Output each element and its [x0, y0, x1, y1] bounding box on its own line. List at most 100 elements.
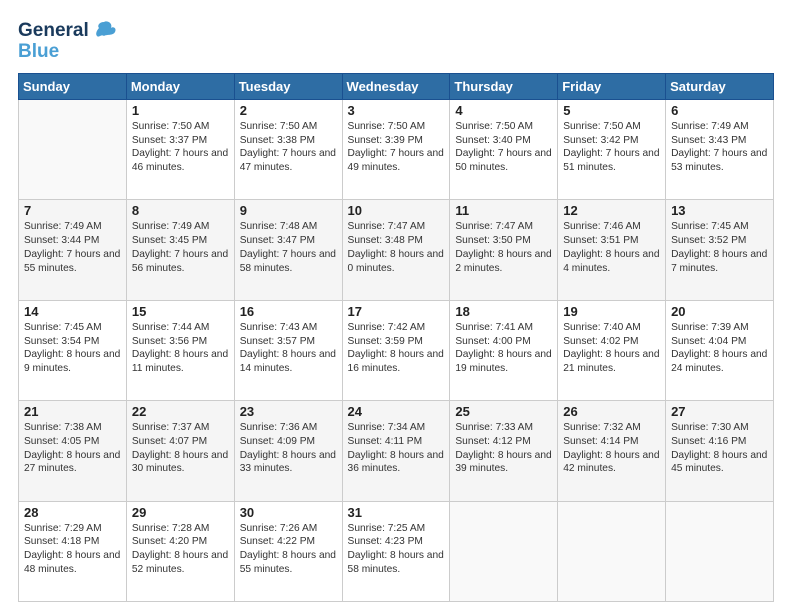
day-number: 18: [455, 304, 552, 319]
day-number: 31: [348, 505, 445, 520]
day-number: 28: [24, 505, 121, 520]
calendar-cell: 23 Sunrise: 7:36 AMSunset: 4:09 PMDayligh…: [234, 401, 342, 501]
day-number: 14: [24, 304, 121, 319]
calendar-cell: 20 Sunrise: 7:39 AMSunset: 4:04 PMDayligh…: [666, 300, 774, 400]
header-row: Sunday Monday Tuesday Wednesday Thursday…: [19, 73, 774, 99]
cell-info: Sunrise: 7:49 AMSunset: 3:43 PMDaylight:…: [671, 120, 768, 175]
col-monday: Monday: [126, 73, 234, 99]
cell-info: Sunrise: 7:39 AMSunset: 4:04 PMDaylight:…: [671, 321, 768, 376]
calendar-cell: 2 Sunrise: 7:50 AMSunset: 3:38 PMDaylight…: [234, 99, 342, 199]
calendar-cell: 12Sunrise: 7:46 AMSunset: 3:51 PMDayligh…: [558, 200, 666, 300]
day-number: 4: [455, 103, 552, 118]
week-row-5: 28 Sunrise: 7:29 AMSunset: 4:18 PMDayligh…: [19, 501, 774, 601]
day-number: 16: [240, 304, 337, 319]
calendar-cell: [450, 501, 558, 601]
cell-info: Sunrise: 7:50 AMSunset: 3:40 PMDaylight:…: [455, 120, 552, 175]
cell-info: Sunrise: 7:50 AMSunset: 3:38 PMDaylight:…: [240, 120, 337, 175]
logo-bird-icon: [91, 18, 117, 44]
col-friday: Friday: [558, 73, 666, 99]
day-number: 27: [671, 404, 768, 419]
day-number: 7: [24, 203, 121, 218]
calendar-cell: 26 Sunrise: 7:32 AMSunset: 4:14 PMDayligh…: [558, 401, 666, 501]
calendar-cell: 5Sunrise: 7:50 AMSunset: 3:42 PMDaylight…: [558, 99, 666, 199]
calendar-cell: 28 Sunrise: 7:29 AMSunset: 4:18 PMDayligh…: [19, 501, 127, 601]
calendar-cell: [666, 501, 774, 601]
cell-info: Sunrise: 7:45 AMSunset: 3:54 PMDaylight:…: [24, 321, 121, 376]
calendar-cell: 30 Sunrise: 7:26 AMSunset: 4:22 PMDayligh…: [234, 501, 342, 601]
cell-info: Sunrise: 7:47 AMSunset: 3:50 PMDaylight:…: [455, 220, 552, 275]
day-number: 25: [455, 404, 552, 419]
cell-info: Sunrise: 7:40 AMSunset: 4:02 PMDaylight:…: [563, 321, 660, 376]
day-number: 17: [348, 304, 445, 319]
day-number: 20: [671, 304, 768, 319]
cell-info: Sunrise: 7:30 AMSunset: 4:16 PMDaylight:…: [671, 421, 768, 476]
calendar-cell: 22 Sunrise: 7:37 AMSunset: 4:07 PMDayligh…: [126, 401, 234, 501]
calendar-cell: 13 Sunrise: 7:45 AMSunset: 3:52 PMDayligh…: [666, 200, 774, 300]
week-row-2: 7 Sunrise: 7:49 AMSunset: 3:44 PMDaylight…: [19, 200, 774, 300]
cell-info: Sunrise: 7:38 AMSunset: 4:05 PMDaylight:…: [24, 421, 121, 476]
cell-info: Sunrise: 7:32 AMSunset: 4:14 PMDaylight:…: [563, 421, 660, 476]
calendar-cell: 11 Sunrise: 7:47 AMSunset: 3:50 PMDayligh…: [450, 200, 558, 300]
cell-info: Sunrise: 7:25 AMSunset: 4:23 PMDaylight:…: [348, 522, 445, 577]
day-number: 24: [348, 404, 445, 419]
cell-info: Sunrise: 7:37 AMSunset: 4:07 PMDaylight:…: [132, 421, 229, 476]
day-number: 23: [240, 404, 337, 419]
calendar-cell: 31 Sunrise: 7:25 AMSunset: 4:23 PMDayligh…: [342, 501, 450, 601]
calendar-cell: 8 Sunrise: 7:49 AMSunset: 3:45 PMDaylight…: [126, 200, 234, 300]
cell-info: Sunrise: 7:45 AMSunset: 3:52 PMDaylight:…: [671, 220, 768, 275]
calendar-cell: [558, 501, 666, 601]
header: General Blue: [18, 18, 774, 63]
logo-text: General: [18, 20, 89, 42]
cell-info: Sunrise: 7:50 AMSunset: 3:42 PMDaylight:…: [563, 120, 660, 175]
cell-info: Sunrise: 7:41 AMSunset: 4:00 PMDaylight:…: [455, 321, 552, 376]
day-number: 9: [240, 203, 337, 218]
cell-info: Sunrise: 7:42 AMSunset: 3:59 PMDaylight:…: [348, 321, 445, 376]
day-number: 21: [24, 404, 121, 419]
week-row-1: 1Sunrise: 7:50 AMSunset: 3:37 PMDaylight…: [19, 99, 774, 199]
calendar-cell: 25 Sunrise: 7:33 AMSunset: 4:12 PMDayligh…: [450, 401, 558, 501]
cell-info: Sunrise: 7:34 AMSunset: 4:11 PMDaylight:…: [348, 421, 445, 476]
cell-info: Sunrise: 7:26 AMSunset: 4:22 PMDaylight:…: [240, 522, 337, 577]
day-number: 30: [240, 505, 337, 520]
day-number: 26: [563, 404, 660, 419]
cell-info: Sunrise: 7:33 AMSunset: 4:12 PMDaylight:…: [455, 421, 552, 476]
calendar-cell: 3Sunrise: 7:50 AMSunset: 3:39 PMDaylight…: [342, 99, 450, 199]
calendar-cell: 15Sunrise: 7:44 AMSunset: 3:56 PMDayligh…: [126, 300, 234, 400]
calendar-cell: 24 Sunrise: 7:34 AMSunset: 4:11 PMDayligh…: [342, 401, 450, 501]
cell-info: Sunrise: 7:49 AMSunset: 3:44 PMDaylight:…: [24, 220, 121, 275]
calendar-cell: 10 Sunrise: 7:47 AMSunset: 3:48 PMDayligh…: [342, 200, 450, 300]
day-number: 13: [671, 203, 768, 218]
page: General Blue Sunday Monday Tuesday Wedne…: [0, 0, 792, 612]
calendar-cell: 6 Sunrise: 7:49 AMSunset: 3:43 PMDaylight…: [666, 99, 774, 199]
calendar-cell: 21 Sunrise: 7:38 AMSunset: 4:05 PMDayligh…: [19, 401, 127, 501]
col-tuesday: Tuesday: [234, 73, 342, 99]
calendar-cell: 16 Sunrise: 7:43 AMSunset: 3:57 PMDayligh…: [234, 300, 342, 400]
calendar-cell: 9 Sunrise: 7:48 AMSunset: 3:47 PMDaylight…: [234, 200, 342, 300]
cell-info: Sunrise: 7:47 AMSunset: 3:48 PMDaylight:…: [348, 220, 445, 275]
col-saturday: Saturday: [666, 73, 774, 99]
calendar-cell: 17 Sunrise: 7:42 AMSunset: 3:59 PMDayligh…: [342, 300, 450, 400]
cell-info: Sunrise: 7:48 AMSunset: 3:47 PMDaylight:…: [240, 220, 337, 275]
col-thursday: Thursday: [450, 73, 558, 99]
week-row-3: 14 Sunrise: 7:45 AMSunset: 3:54 PMDayligh…: [19, 300, 774, 400]
calendar-cell: 7 Sunrise: 7:49 AMSunset: 3:44 PMDaylight…: [19, 200, 127, 300]
day-number: 11: [455, 203, 552, 218]
calendar-cell: 29Sunrise: 7:28 AMSunset: 4:20 PMDayligh…: [126, 501, 234, 601]
day-number: 8: [132, 203, 229, 218]
calendar-cell: 4 Sunrise: 7:50 AMSunset: 3:40 PMDaylight…: [450, 99, 558, 199]
cell-info: Sunrise: 7:29 AMSunset: 4:18 PMDaylight:…: [24, 522, 121, 577]
day-number: 12: [563, 203, 660, 218]
cell-info: Sunrise: 7:28 AMSunset: 4:20 PMDaylight:…: [132, 522, 229, 577]
day-number: 6: [671, 103, 768, 118]
logo: General Blue: [18, 18, 117, 63]
calendar-cell: 19 Sunrise: 7:40 AMSunset: 4:02 PMDayligh…: [558, 300, 666, 400]
day-number: 1: [132, 103, 229, 118]
cell-info: Sunrise: 7:36 AMSunset: 4:09 PMDaylight:…: [240, 421, 337, 476]
day-number: 2: [240, 103, 337, 118]
day-number: 22: [132, 404, 229, 419]
cell-info: Sunrise: 7:43 AMSunset: 3:57 PMDaylight:…: [240, 321, 337, 376]
day-number: 19: [563, 304, 660, 319]
calendar-cell: 1Sunrise: 7:50 AMSunset: 3:37 PMDaylight…: [126, 99, 234, 199]
day-number: 10: [348, 203, 445, 218]
cell-info: Sunrise: 7:49 AMSunset: 3:45 PMDaylight:…: [132, 220, 229, 275]
